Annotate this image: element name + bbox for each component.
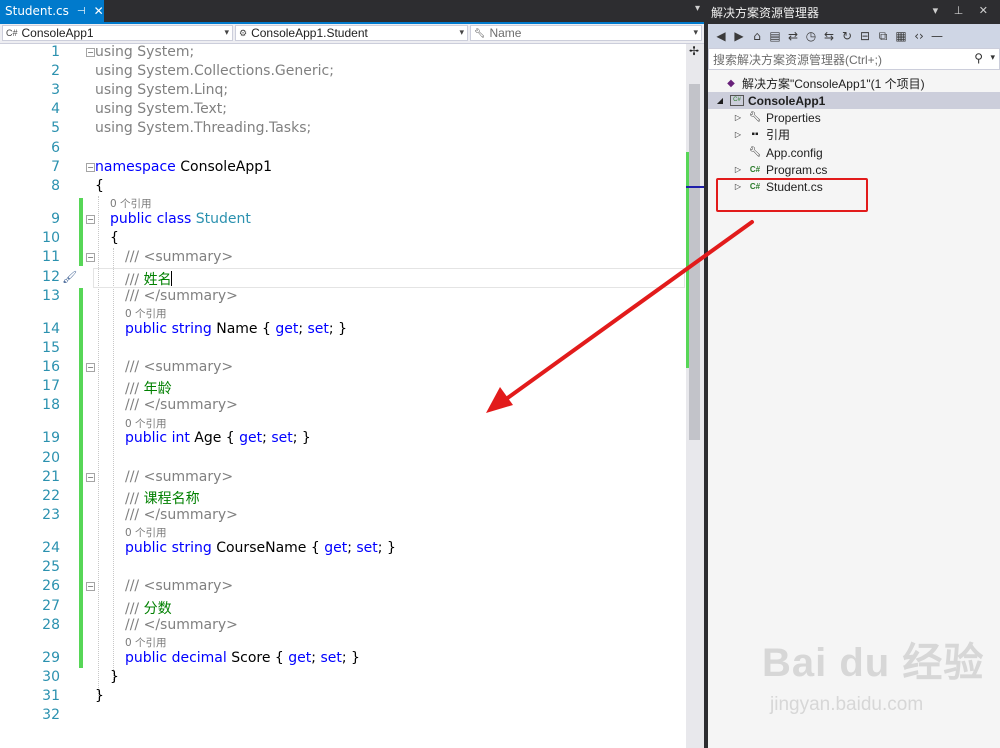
watermark-url: jingyan.baidu.com xyxy=(770,694,924,715)
baidu-jingyan-watermark: Bai du 经验 jingyan.baidu.com xyxy=(762,630,992,740)
watermark-brand: Bai du 经验 xyxy=(762,641,985,685)
